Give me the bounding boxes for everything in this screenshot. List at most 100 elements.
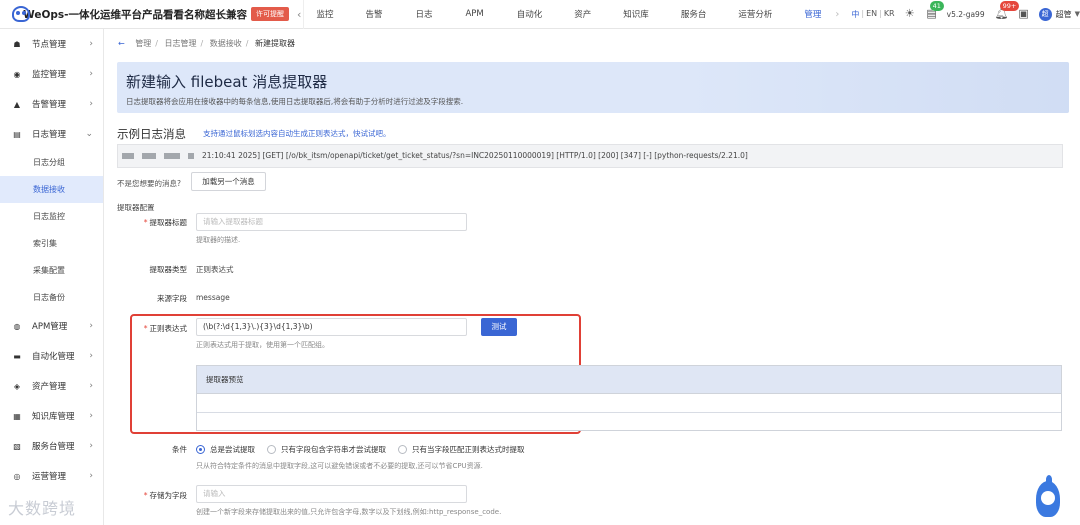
user-menu-caret-icon[interactable]: ▼ <box>1075 10 1080 18</box>
sidebar-item-service-desk[interactable]: ▧ 服务台管理 › <box>0 431 103 461</box>
nav-knowledge[interactable]: 知识库 <box>623 8 649 20</box>
username[interactable]: 超管 <box>1056 9 1072 20</box>
chevron-right-icon: › <box>89 69 93 79</box>
extractor-title-input[interactable]: 请输入提取器标题 <box>196 213 467 231</box>
lang-kr[interactable]: KR <box>884 9 895 20</box>
condition-contains-option[interactable]: 只有字段包含字符串才尝试提取 <box>267 444 386 455</box>
redacted-block <box>122 153 134 159</box>
not-wanted-text: 不是您想要的消息? <box>117 179 181 188</box>
example-hint: 支持通过鼠标划选内容自动生成正则表达式，快试试吧。 <box>203 129 391 138</box>
chevron-right-icon: › <box>89 351 93 361</box>
store-field-help: 创建一个新字段来存储提取出来的值,只允许包含字母,数字以及下划线,例如:http… <box>196 508 502 516</box>
sidebar-item-knowledge[interactable]: ▦ 知识库管理 › <box>0 401 103 431</box>
task-count-badge: 41 <box>929 1 944 11</box>
sample-log-message[interactable]: 21:10:41 2025] [GET] [/o/bk_itsm/openapi… <box>117 144 1063 168</box>
radio-unchecked[interactable] <box>267 445 276 454</box>
extractor-title-label: * 提取器标题 <box>143 218 187 227</box>
sidebar-sub-index-set[interactable]: 索引集 <box>0 230 103 257</box>
license-reminder-button[interactable]: 许可提醒 <box>251 7 290 21</box>
extractor-preview-title: 提取器预览 <box>197 366 1061 394</box>
store-field-input[interactable]: 请输入 <box>196 485 467 503</box>
condition-radio-group: 总是尝试提取 只有字段包含字符串才尝试提取 只有当字段匹配正则表达式时提取 <box>196 444 537 455</box>
example-section-title: 示例日志消息 <box>117 127 186 141</box>
nav-asset[interactable]: 资产 <box>574 8 591 20</box>
lang-zh[interactable]: 中 <box>851 9 859 20</box>
chevron-down-icon: ⌄ <box>85 129 93 139</box>
app-title: WeOps-一体化运维平台产品看看名称超长兼容 <box>23 8 248 21</box>
breadcrumb-item-admin[interactable]: 管理 <box>135 39 151 48</box>
extractor-title-help: 提取器的描述. <box>196 236 241 244</box>
config-section-title: 提取器配置 <box>117 203 155 212</box>
nav-automation[interactable]: 自动化 <box>517 8 543 20</box>
main-content: ← 管理 / 日志管理 / 数据接收 / 新建提取器 新建输入 filebeat 消息… <box>104 29 1080 525</box>
nav-monitor[interactable]: 监控 <box>316 8 333 20</box>
nav-alert[interactable]: 告警 <box>365 8 382 20</box>
regex-input[interactable]: (\b(?:\d{1,3}\.){3}\d{1,3}\b) <box>196 318 467 336</box>
sidebar-item-operation[interactable]: ◎ 运营管理 › <box>0 461 103 491</box>
redacted-block <box>188 153 194 159</box>
chevron-right-icon: › <box>89 39 93 49</box>
lang-en[interactable]: EN <box>866 9 877 20</box>
nav-operation-analysis[interactable]: 运营分析 <box>738 8 772 20</box>
sidebar-item-node[interactable]: ☗ 节点管理 › <box>0 29 103 59</box>
sidebar-sub-log-backup[interactable]: 日志备份 <box>0 284 103 311</box>
sample-log-text: 21:10:41 2025] [GET] [/o/bk_itsm/openapi… <box>202 151 748 160</box>
back-arrow-icon[interactable]: ← <box>118 39 125 48</box>
watermark-brand: 大数跨境 <box>8 499 77 518</box>
radio-unchecked[interactable] <box>398 445 407 454</box>
condition-always-option[interactable]: 总是尝试提取 <box>196 444 255 455</box>
top-bar: WeOps-一体化运维平台产品看看名称超长兼容 许可提醒 ‹ 监控 告警 日志 … <box>0 0 1080 29</box>
condition-regex-option[interactable]: 只有当字段匹配正则表达式时提取 <box>398 444 525 455</box>
nav-service-desk[interactable]: 服务台 <box>681 8 707 20</box>
nav-log[interactable]: 日志 <box>415 8 432 20</box>
chevron-right-icon: › <box>89 411 93 421</box>
sidebar-item-apm[interactable]: ◍ APM管理 › <box>0 311 103 341</box>
test-button[interactable]: 测试 <box>481 318 517 336</box>
chevron-right-icon: › <box>89 381 93 391</box>
log-icon: ▤ <box>13 129 21 139</box>
extractor-preview-result <box>197 412 1061 431</box>
chevron-right-icon: › <box>89 471 93 481</box>
assistant-mascot-icon[interactable] <box>1028 475 1066 520</box>
radio-checked[interactable] <box>196 445 205 454</box>
sidebar-sub-data-receive[interactable]: 数据接收 <box>0 176 103 203</box>
nav-admin[interactable]: 管理 <box>804 8 821 20</box>
banner-decoration <box>689 62 1069 113</box>
sidebar-item-alert[interactable]: ▲ 告警管理 › <box>0 89 103 119</box>
notification-bell-icon[interactable]: 🔔︎ 99+ <box>995 1 1020 21</box>
sidebar-item-log[interactable]: ▤ 日志管理 ⌄ <box>0 119 103 149</box>
knowledge-icon: ▦ <box>13 411 21 421</box>
page-header-banner: 新建输入 filebeat 消息提取器 日志提取器将会应用在接收器中的每条信息,… <box>117 62 1069 113</box>
extractor-type-value: 正则表达式 <box>196 265 234 274</box>
breadcrumb: ← 管理 / 日志管理 / 数据接收 / 新建提取器 <box>118 39 295 48</box>
task-list-icon[interactable]: ▤ 41 <box>925 1 944 21</box>
redacted-block <box>164 153 180 159</box>
nav-more-chevron-icon[interactable]: › <box>835 9 839 20</box>
condition-label: 条件 <box>172 445 187 454</box>
sidebar-item-asset[interactable]: ◈ 资产管理 › <box>0 371 103 401</box>
weops-logo-icon[interactable] <box>10 3 30 25</box>
regex-help: 正则表达式用于提取，使用第一个匹配组。 <box>196 341 329 349</box>
nav-apm[interactable]: APM <box>465 9 483 19</box>
sidebar-item-monitor[interactable]: ◉ 监控管理 › <box>0 59 103 89</box>
sidebar-sub-log-group[interactable]: 日志分组 <box>0 149 103 176</box>
avatar[interactable]: 超 <box>1038 7 1052 21</box>
sidebar-sub-collect-config[interactable]: 采集配置 <box>0 257 103 284</box>
sidebar: ☗ 节点管理 › ◉ 监控管理 › ▲ 告警管理 › ▤ 日志管理 ⌄ 日志分组 数据接收 日志… <box>0 29 104 525</box>
source-field-label: 来源字段 <box>157 294 187 303</box>
breadcrumb-item-log-admin[interactable]: 日志管理 <box>165 39 197 48</box>
chevron-right-icon: › <box>89 441 93 451</box>
sidebar-sub-log-monitor[interactable]: 日志监控 <box>0 203 103 230</box>
theme-sun-icon[interactable]: ☀ <box>903 7 917 21</box>
language-switch: 中 | EN | KR <box>851 8 895 20</box>
breadcrumb-item-data-receive[interactable]: 数据接收 <box>210 39 242 48</box>
service-desk-icon: ▧ <box>13 441 21 451</box>
sidebar-item-automation[interactable]: ▬ 自动化管理 › <box>0 341 103 371</box>
chevron-right-icon: › <box>89 321 93 331</box>
apm-icon: ◍ <box>13 321 21 331</box>
document-icon[interactable]: ▣ <box>1017 7 1031 21</box>
collapse-left-icon[interactable]: ‹ <box>297 8 301 21</box>
chevron-right-icon: › <box>89 99 93 109</box>
regex-label: * 正则表达式 <box>143 324 187 333</box>
load-another-message-button[interactable]: 加载另一个消息 <box>191 172 266 191</box>
